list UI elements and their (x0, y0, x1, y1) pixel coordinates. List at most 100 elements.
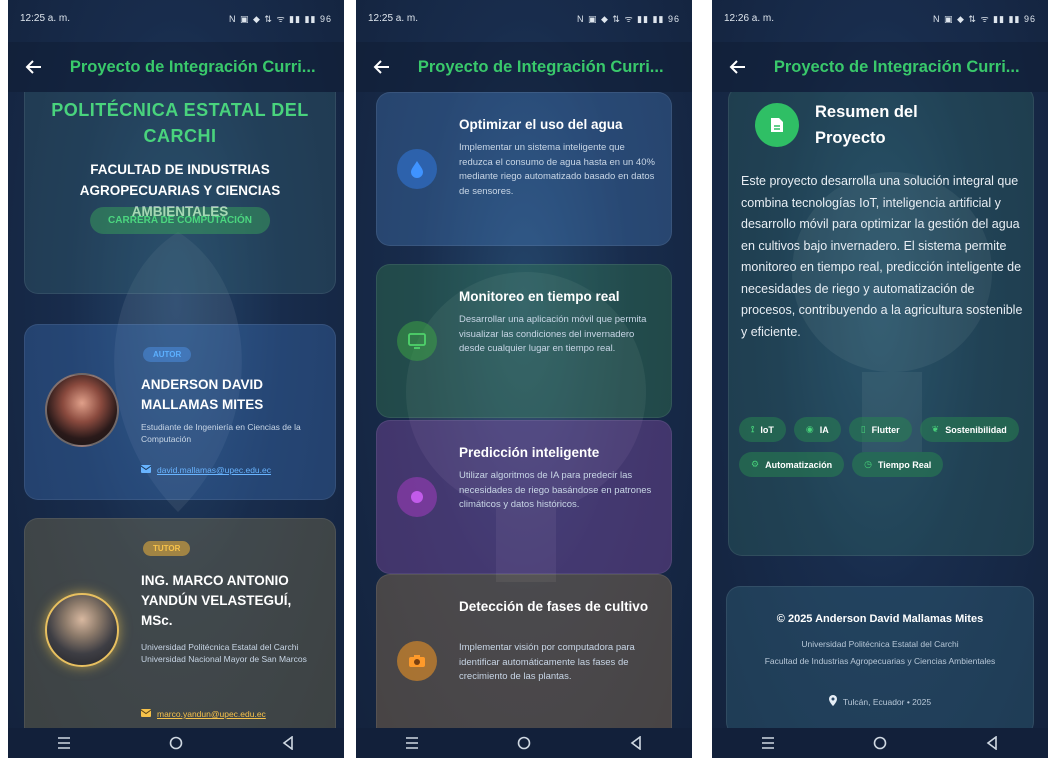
author-avatar (45, 373, 119, 447)
objective-card[interactable]: Detección de fases de cultivo Implementa… (376, 574, 672, 728)
app-bar: Proyecto de Integración Curri... (712, 42, 1048, 92)
phone-screen-3: 12:26 a. m. N ▣ ◆ ⇅ ᯤ ▮▮ ▮▮ 96 Proyecto … (712, 0, 1048, 758)
phone-icon: ▯ (860, 424, 866, 434)
footer-card: © 2025 Anderson David Mallamas Mites Uni… (726, 586, 1034, 728)
tutor-role-badge: TUTOR (143, 541, 191, 556)
recent-apps-icon[interactable] (401, 732, 423, 754)
scroll-content[interactable]: Optimizar el uso del agua Implementar un… (356, 92, 692, 728)
leaf-icon: ❦ (931, 424, 940, 434)
objective-text: Implementar visión por computadora para … (459, 642, 635, 682)
water-drop-icon (397, 149, 437, 189)
document-icon (755, 103, 799, 147)
footer-location: Tulcán, Ecuador • 2025 (727, 695, 1033, 708)
camera-icon (397, 641, 437, 681)
tag-list: ⟟ IoT ◉ IA ▯ Flutter ❦ Sostenibilidad ⚙ Autom… (739, 417, 1023, 477)
app-bar-title: Proyecto de Integración Curri... (417, 57, 664, 76)
system-nav-bar (356, 728, 692, 758)
tutor-description: Universidad Politécnica Estatal del Carc… (141, 642, 307, 664)
status-icons: N ▣ ◆ ⇅ ᯤ ▮▮ ▮▮ 96 (932, 13, 1036, 24)
objective-text: Implementar un sistema inteligente que r… (459, 142, 655, 197)
tag-chip[interactable]: ❦ Sostenibilidad (919, 417, 1019, 442)
back-arrow-icon[interactable] (726, 55, 750, 79)
status-bar: 12:26 a. m. N ▣ ◆ ⇅ ᯤ ▮▮ ▮▮ 96 (712, 0, 1048, 36)
sensor-icon: ⟟ (751, 424, 755, 434)
tutor-avatar (45, 593, 119, 667)
objective-title: Monitoreo en tiempo real (459, 289, 620, 304)
clock-icon: ◷ (864, 459, 872, 469)
tutor-email-row[interactable]: marco.yandun@upec.edu.ec (140, 709, 329, 719)
tag-chip[interactable]: ▯ Flutter (848, 417, 912, 442)
tutor-email-link[interactable]: marco.yandun@upec.edu.ec (157, 709, 266, 719)
recent-apps-icon[interactable] (53, 732, 75, 754)
tag-label: Sostenibilidad (945, 424, 1007, 435)
status-time: 12:25 a. m. (368, 12, 419, 24)
career-badge: CARRERA DE COMPUTACIÓN (90, 207, 270, 234)
tag-chip[interactable]: ◷ Tiempo Real (852, 452, 944, 477)
automation-icon: ⚙ (751, 459, 760, 469)
tag-label: IA (819, 424, 829, 435)
phone-screen-2: 12:25 a. m. N ▣ ◆ ⇅ ᯤ ▮▮ ▮▮ 96 Proyecto … (356, 0, 692, 758)
status-icons: N ▣ ◆ ⇅ ᯤ ▮▮ ▮▮ 96 (576, 13, 680, 24)
university-card: POLITÉCNICA ESTATAL DEL CARCHI FACULTAD … (24, 92, 336, 294)
app-bar: Proyecto de Integración Curri... (356, 42, 692, 92)
objective-card[interactable]: Optimizar el uso del agua Implementar un… (376, 92, 672, 246)
objective-card[interactable]: Monitoreo en tiempo real Desarrollar una… (376, 264, 672, 418)
author-email-row[interactable]: david.mallamas@upec.edu.ec (140, 465, 329, 475)
back-triangle-icon[interactable] (625, 732, 647, 754)
copyright-text: © 2025 Anderson David Mallamas Mites (776, 613, 984, 625)
tag-label: Automatización (765, 459, 833, 470)
scroll-content[interactable]: POLITÉCNICA ESTATAL DEL CARCHI FACULTAD … (8, 92, 344, 728)
tag-chip[interactable]: ⚙ Automatización (739, 452, 845, 477)
back-arrow-icon[interactable] (22, 55, 46, 79)
home-icon[interactable] (513, 732, 535, 754)
status-bar: 12:25 a. m. N ▣ ◆ ⇅ ᯤ ▮▮ ▮▮ 96 (8, 0, 344, 36)
summary-title: Resumen del Proyecto (815, 103, 918, 147)
footer-university: Universidad Politécnica Estatal del Carc… (801, 639, 959, 649)
back-triangle-icon[interactable] (981, 732, 1003, 754)
author-name: ANDERSON DAVID MALLAMAS MITES (141, 377, 264, 412)
status-time: 12:25 a. m. (20, 12, 71, 24)
tag-label: Tiempo Real (877, 459, 932, 470)
author-email-link[interactable]: david.mallamas@upec.edu.ec (157, 465, 271, 475)
objective-text: Desarrollar una aplicación móvil que per… (459, 314, 647, 354)
objective-card[interactable]: Predicción inteligente Utilizar algoritm… (376, 420, 672, 574)
tag-chip[interactable]: ⟟ IoT (739, 417, 786, 442)
author-role-badge: AUTOR (143, 347, 192, 362)
objective-title: Optimizar el uso del agua (459, 117, 623, 132)
summary-text: Este proyecto desarrolla una solución in… (741, 174, 1023, 339)
mail-icon (140, 465, 152, 475)
lightbulb-icon: ◉ (805, 424, 814, 434)
status-icons: N ▣ ◆ ⇅ ᯤ ▮▮ ▮▮ 96 (228, 13, 332, 24)
summary-card: Resumen del Proyecto Este proyecto desar… (728, 92, 1034, 556)
author-description: Estudiante de Ingeniería en Ciencias de … (141, 422, 301, 444)
footer-location-text: Tulcán, Ecuador • 2025 (842, 696, 932, 707)
tutor-name: ING. MARCO ANTONIO YANDÚN VELASTEGUÍ, MS… (141, 573, 292, 628)
back-triangle-icon[interactable] (277, 732, 299, 754)
status-bar: 12:25 a. m. N ▣ ◆ ⇅ ᯤ ▮▮ ▮▮ 96 (356, 0, 692, 36)
objective-text: Utilizar algoritmos de IA para predecir … (459, 470, 652, 510)
objective-title: Predicción inteligente (459, 445, 600, 460)
objective-title: Detección de fases de cultivo (459, 599, 649, 614)
tag-chip[interactable]: ◉ IA (793, 417, 841, 442)
status-time: 12:26 a. m. (724, 12, 775, 24)
recent-apps-icon[interactable] (757, 732, 779, 754)
tag-label: Flutter (871, 424, 900, 435)
mail-icon (140, 709, 152, 719)
university-name: POLITÉCNICA ESTATAL DEL CARCHI (51, 100, 309, 146)
app-bar-title: Proyecto de Integración Curri... (773, 57, 1020, 76)
scroll-content[interactable]: Resumen del Proyecto Este proyecto desar… (712, 92, 1048, 728)
back-arrow-icon[interactable] (370, 55, 394, 79)
home-icon[interactable] (165, 732, 187, 754)
brain-icon (397, 477, 437, 517)
location-pin-icon (828, 695, 837, 708)
app-bar-title: Proyecto de Integración Curri... (69, 57, 316, 76)
footer-faculty: Facultad de Industrias Agropecuarias y C… (764, 656, 996, 666)
tutor-card: TUTOR ING. MARCO ANTONIO YANDÚN VELASTEG… (24, 518, 336, 728)
system-nav-bar (8, 728, 344, 758)
author-card: AUTOR ANDERSON DAVID MALLAMAS MITES Estu… (24, 324, 336, 500)
monitor-icon (397, 321, 437, 361)
system-nav-bar (712, 728, 1048, 758)
phone-screen-1: 12:25 a. m. N ▣ ◆ ⇅ ᯤ ▮▮ ▮▮ 96 Proyecto … (8, 0, 344, 758)
home-icon[interactable] (869, 732, 891, 754)
app-bar: Proyecto de Integración Curri... (8, 42, 344, 92)
